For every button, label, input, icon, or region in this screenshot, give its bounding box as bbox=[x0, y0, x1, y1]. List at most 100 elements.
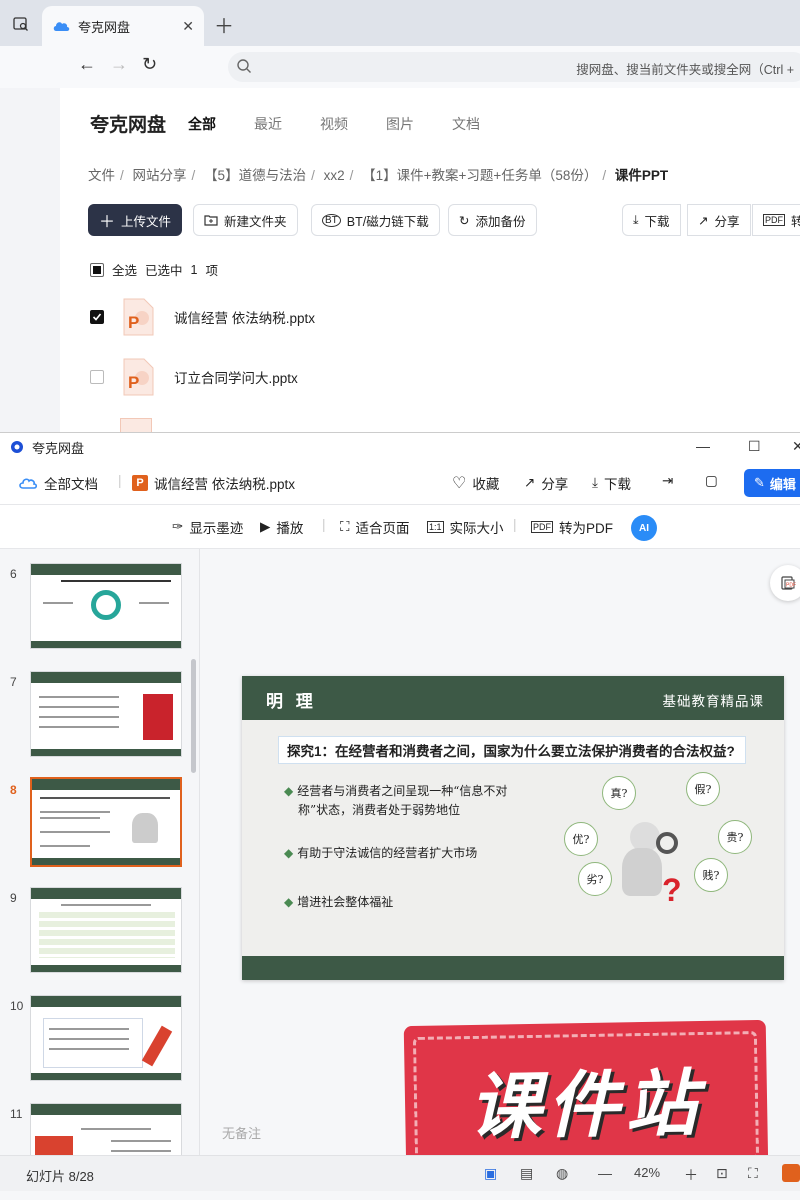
tab-video[interactable]: 视频 bbox=[320, 114, 348, 134]
slide-bullet: ◆ 增进社会整体福祉 bbox=[284, 895, 394, 909]
breadcrumb-item[interactable]: 网站分享 bbox=[133, 168, 187, 183]
tab-title: 夸克网盘 bbox=[78, 19, 131, 35]
reload-icon[interactable]: ↻ bbox=[142, 54, 157, 75]
select-all-checkbox[interactable] bbox=[90, 262, 104, 277]
file-row[interactable]: P 诚信经营 依法纳税.pptx bbox=[90, 298, 315, 336]
slide-thumbnail-selected[interactable] bbox=[30, 777, 182, 867]
new-tab-icon[interactable]: ＋ bbox=[214, 10, 234, 39]
all-docs-button[interactable]: 全部文档 bbox=[18, 473, 98, 493]
viewer-window-title: 夸克网盘 bbox=[32, 440, 85, 456]
add-backup-button[interactable]: ↻ 添加备份 bbox=[448, 204, 537, 236]
thought-bubble: 劣? bbox=[578, 862, 612, 896]
side-convert-icon[interactable]: PDF bbox=[770, 565, 800, 601]
select-all-label[interactable]: 全选 bbox=[112, 260, 137, 279]
slide-header: 明 理 基础教育精品课 bbox=[242, 676, 784, 720]
breadcrumb-item[interactable]: 【5】道德与法治 bbox=[204, 168, 306, 183]
thumb-number: 10 bbox=[10, 999, 24, 1013]
pdf-icon: PDF bbox=[531, 521, 553, 533]
minimize-icon[interactable]: — bbox=[696, 438, 710, 454]
quark-cloud-icon bbox=[53, 22, 70, 31]
slide-title: 明 理 bbox=[266, 692, 317, 711]
quark-logo-icon bbox=[11, 441, 23, 453]
web-view-icon[interactable]: ◍ bbox=[556, 1165, 568, 1182]
grid-view-icon[interactable]: ▤ bbox=[520, 1165, 533, 1182]
fullscreen-icon[interactable]: ⛶ bbox=[748, 1165, 758, 1182]
share-viewer-button[interactable]: ↗ 分享 bbox=[524, 473, 568, 493]
zoom-in-icon[interactable]: ＋ bbox=[684, 1165, 698, 1185]
forward-icon[interactable]: → bbox=[110, 54, 128, 75]
file-row[interactable]: P 订立合同学问大.pptx bbox=[90, 358, 298, 396]
slide-thumbnail[interactable] bbox=[30, 995, 182, 1081]
svg-text:PDF: PDF bbox=[786, 583, 796, 589]
share-button[interactable]: ↗ 分享 bbox=[687, 204, 751, 236]
tab-all[interactable]: 全部 bbox=[188, 114, 216, 134]
file-name: 诚信经营 依法纳税.pptx bbox=[174, 311, 316, 326]
upload-button[interactable]: ＋上传文件 bbox=[88, 204, 183, 236]
slide-thumbnail[interactable] bbox=[30, 1103, 182, 1155]
slide-thumbnail[interactable] bbox=[30, 671, 182, 757]
tab-image[interactable]: 图片 bbox=[386, 114, 414, 134]
breadcrumb-item[interactable]: xx2 bbox=[324, 168, 345, 183]
export-icon[interactable]: ⇥ bbox=[662, 473, 673, 489]
convert-button[interactable]: PDF转为 bbox=[752, 204, 800, 236]
play-button[interactable]: ▶ 播放 bbox=[260, 517, 303, 537]
fit-page-button[interactable]: ⛶ 适合页面 bbox=[340, 517, 409, 537]
edit-button[interactable]: ✎ 编辑 bbox=[744, 469, 800, 497]
bt-icon: BT bbox=[322, 213, 341, 227]
slideshow-icon[interactable] bbox=[782, 1164, 800, 1182]
share-icon: ↗ bbox=[524, 475, 536, 490]
normal-view-icon[interactable]: ▣ bbox=[484, 1165, 497, 1182]
bt-download-button[interactable]: BT BT/磁力链下载 bbox=[311, 204, 440, 236]
tab-search-icon[interactable] bbox=[6, 10, 36, 38]
thought-bubble: 真? bbox=[602, 776, 636, 810]
zoom-out-icon[interactable]: — bbox=[598, 1165, 612, 1181]
thumbnail-scrollbar[interactable] bbox=[191, 659, 196, 773]
divider: | bbox=[118, 473, 122, 488]
fit-icon[interactable]: ⊡ bbox=[716, 1165, 728, 1182]
slide-canvas: 明 理 基础教育精品课 探究1：在经营者和消费者之间，国家为什么要立法保护消费者… bbox=[242, 676, 784, 980]
download-button[interactable]: ⤓ 下载 bbox=[622, 204, 681, 236]
close-window-icon[interactable]: ✕ bbox=[792, 438, 800, 455]
tab-recent[interactable]: 最近 bbox=[254, 114, 282, 134]
slide-thumbnail[interactable] bbox=[30, 887, 182, 973]
selection-row: 全选 已选中 1 项 bbox=[90, 260, 218, 279]
zoom-level: 42% bbox=[634, 1165, 661, 1180]
svg-text:P: P bbox=[128, 313, 139, 332]
file-checkbox[interactable] bbox=[90, 370, 104, 384]
new-folder-button[interactable]: 新建文件夹 bbox=[193, 204, 298, 236]
back-icon[interactable]: ← bbox=[78, 54, 96, 75]
tab-close-icon[interactable]: ✕ bbox=[182, 18, 194, 35]
breadcrumb: 文件 / 网站分享 / 【5】道德与法治 / xx2/ 【1】课件+教案+习题+任务单… bbox=[88, 168, 669, 183]
question-mark-icon: ? bbox=[662, 872, 682, 908]
favorite-button[interactable]: ♡ 收藏 bbox=[452, 473, 499, 493]
ai-assistant-icon[interactable]: AI bbox=[631, 515, 657, 541]
brand-title: 夸克网盘 bbox=[90, 115, 167, 136]
comment-icon[interactable]: ▢ bbox=[705, 473, 718, 489]
tab-docs[interactable]: 文档 bbox=[452, 114, 480, 134]
breadcrumb-item[interactable]: 【1】课件+教案+习题+任务单（58份） bbox=[362, 168, 597, 183]
ink-icon: ✑ bbox=[172, 519, 184, 534]
pdf-icon: PDF bbox=[763, 214, 785, 226]
thought-bubble: 贵? bbox=[718, 820, 752, 854]
maximize-icon[interactable]: ☐ bbox=[748, 438, 761, 455]
file-checkbox[interactable] bbox=[90, 310, 104, 324]
thumb-number: 11 bbox=[10, 1107, 23, 1121]
download-viewer-button[interactable]: ⤓ 下载 bbox=[592, 473, 631, 493]
current-file: P 诚信经营 依法纳税.pptx bbox=[132, 473, 295, 493]
slide-thumbnail-panel: 6 7 8 9 10 11 bbox=[0, 549, 200, 1155]
slide-question: 探究1：在经营者和消费者之间，国家为什么要立法保护消费者的合法权益? bbox=[277, 732, 746, 770]
thumb-number: 6 bbox=[10, 567, 17, 581]
address-bar[interactable]: 搜网盘、搜当前文件夹或搜全网（Ctrl + bbox=[228, 52, 800, 82]
viewer-title-bar: 夸克网盘 — ☐ ✕ bbox=[0, 433, 800, 461]
show-ink-button[interactable]: ✑ 显示墨迹 bbox=[172, 517, 243, 537]
to-pdf-button[interactable]: PDF 转为PDF bbox=[531, 517, 613, 537]
browser-tab[interactable]: 夸克网盘 ✕ bbox=[42, 6, 204, 46]
slide-thumbnail[interactable] bbox=[30, 563, 182, 649]
breadcrumb-item[interactable]: 文件 bbox=[88, 168, 115, 183]
browser-nav-bar: ← → ↻ 搜网盘、搜当前文件夹或搜全网（Ctrl + bbox=[0, 46, 800, 88]
thumb-number: 8 bbox=[10, 783, 17, 797]
view-toolbar: ✑ 显示墨迹 ▶ 播放 | ⛶ 适合页面 1:1 实际大小 | PDF 转为PDF bbox=[0, 505, 800, 549]
slide-footer bbox=[242, 956, 784, 980]
sync-icon: ↻ bbox=[459, 213, 470, 228]
actual-size-button[interactable]: 1:1 实际大小 bbox=[427, 517, 504, 537]
